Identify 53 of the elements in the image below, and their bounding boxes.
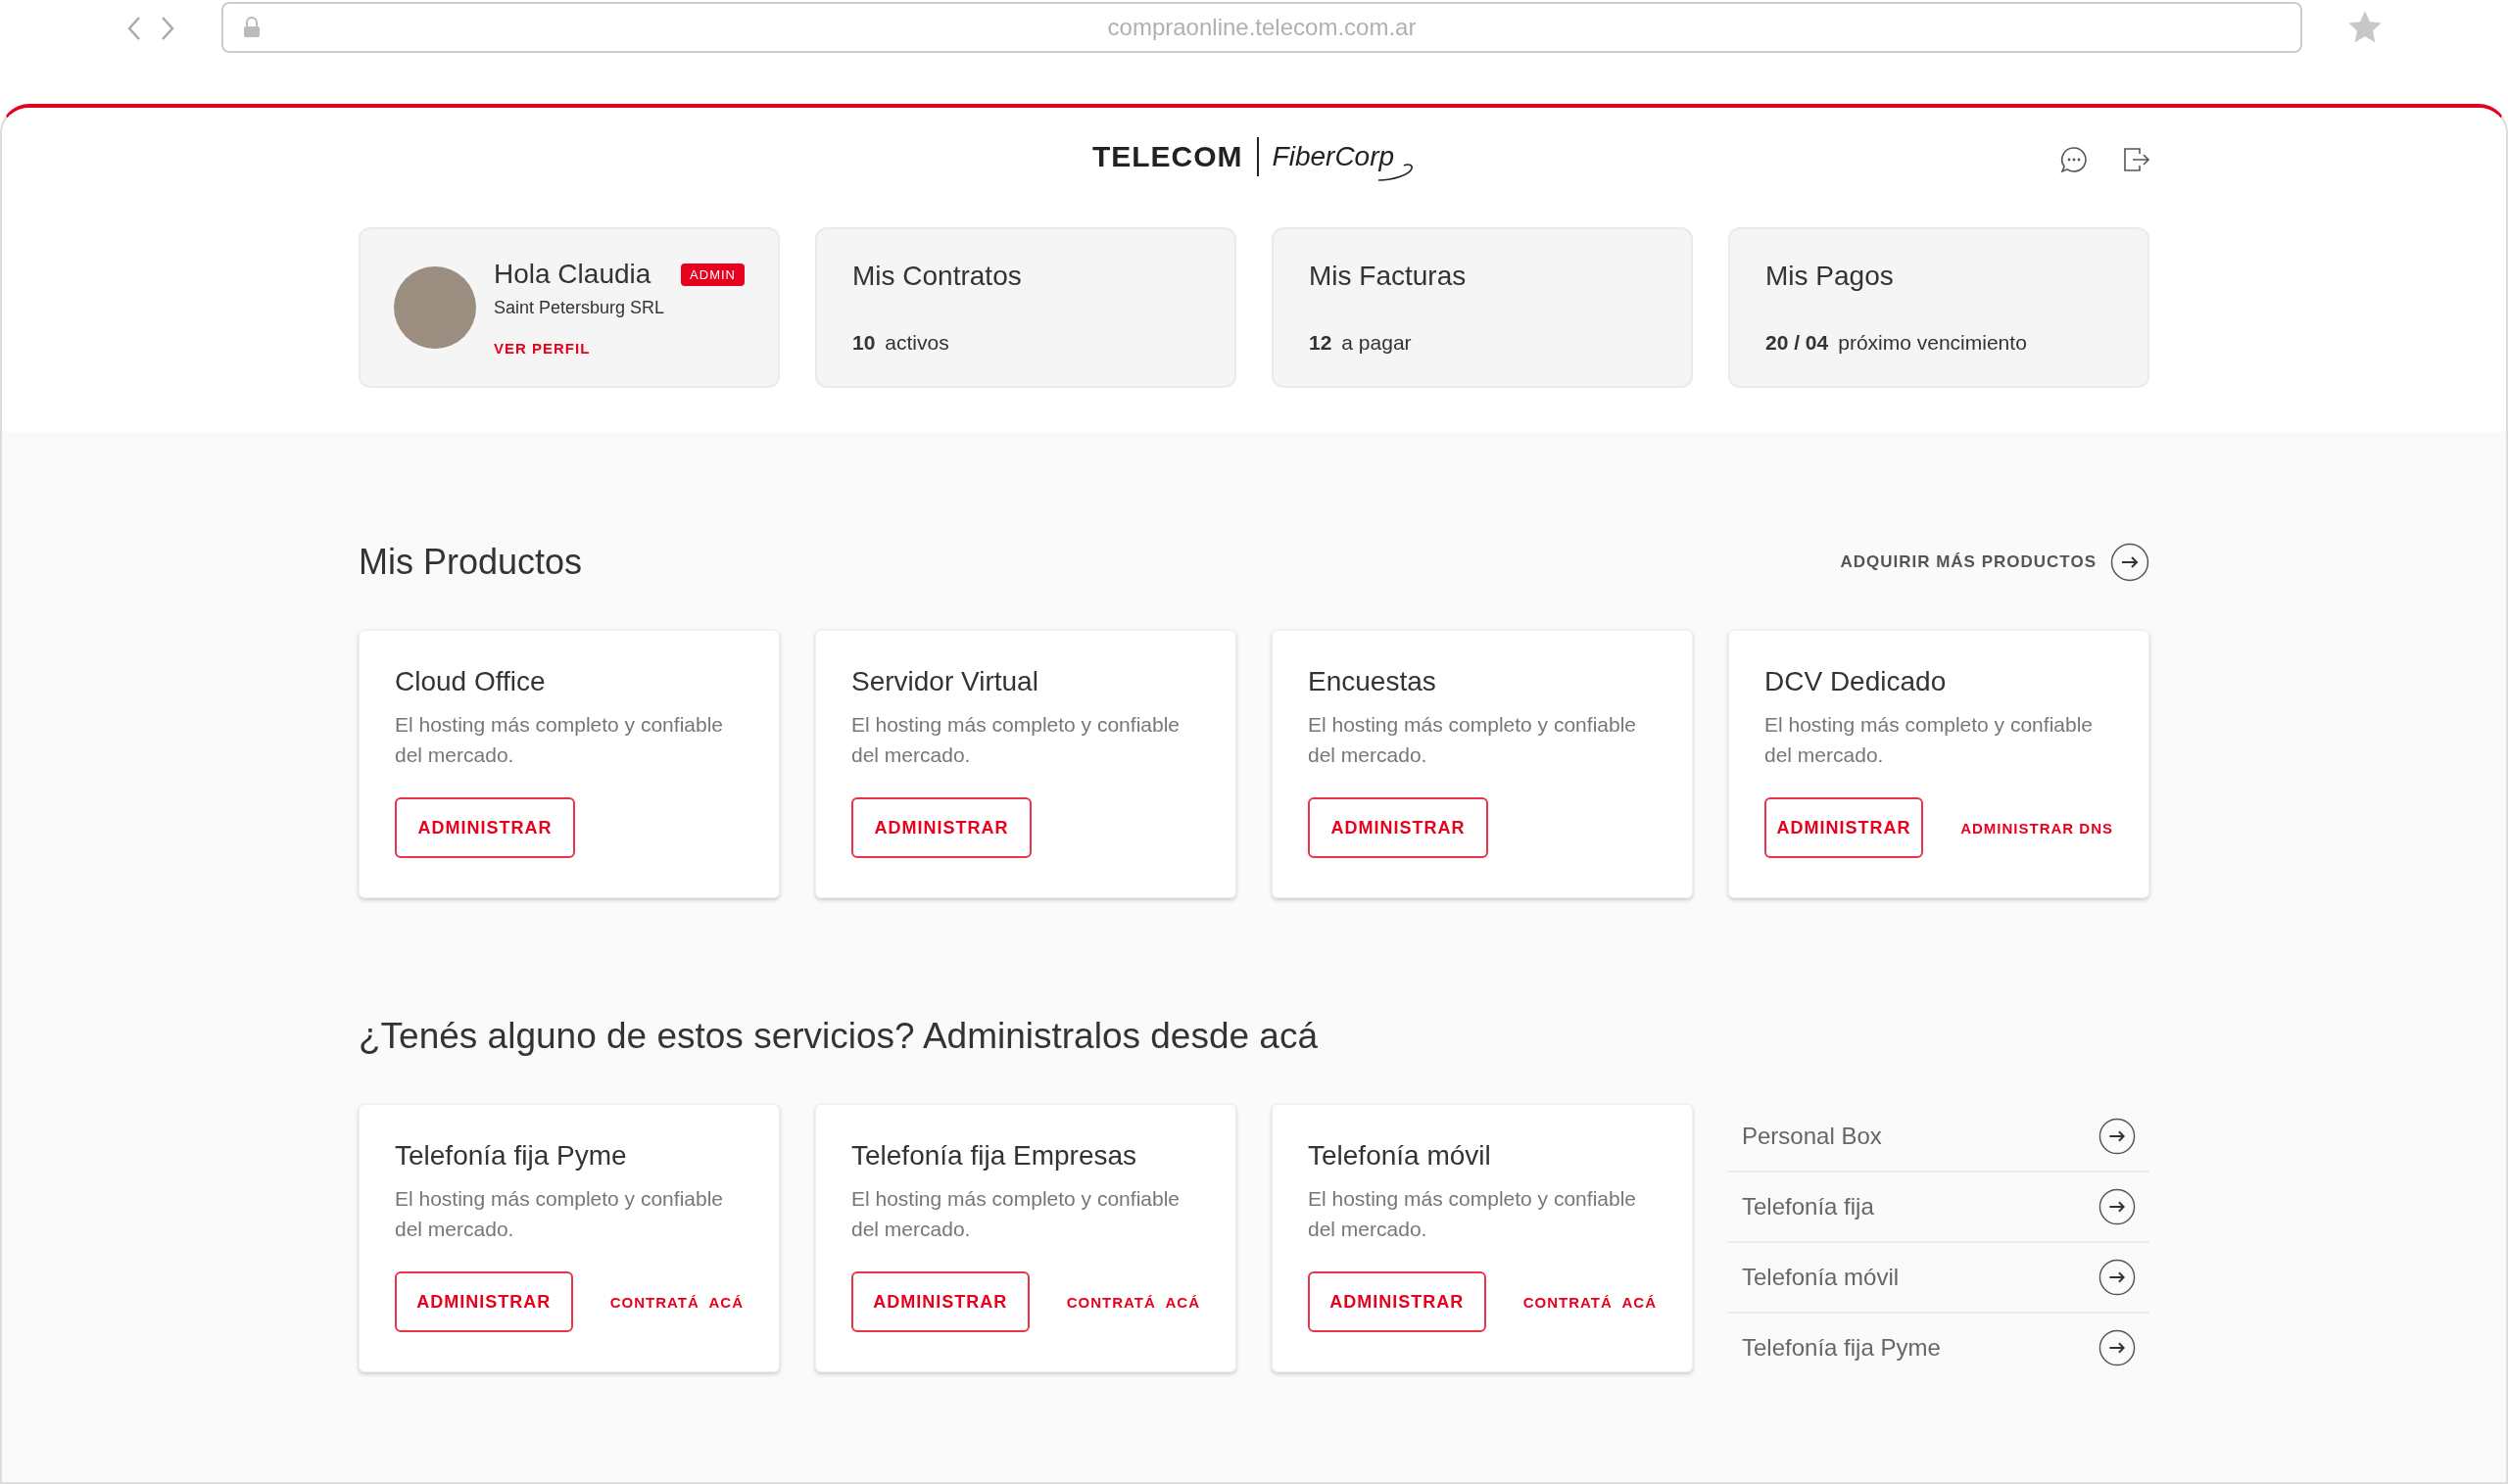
section-title: Mis Productos <box>359 542 583 583</box>
summary-card[interactable]: Mis Facturas 12 a pagar <box>1272 227 1693 388</box>
administrar-button[interactable]: ADMINISTRAR <box>1308 797 1488 858</box>
administrar-button[interactable]: ADMINISTRAR <box>851 1271 1030 1332</box>
service-link[interactable]: Telefonía móvil <box>1728 1243 2149 1314</box>
administrar-button[interactable]: ADMINISTRAR <box>1308 1271 1486 1332</box>
administrar-button[interactable]: ADMINISTRAR <box>395 1271 573 1332</box>
count: 20 / 04 <box>1765 331 1829 355</box>
summary-card[interactable]: Mis Contratos 10 activos <box>815 227 1236 388</box>
count-label: próximo vencimiento <box>1838 331 2027 355</box>
text-link[interactable]: CONTRATÁ ACÁ <box>1066 1293 1200 1311</box>
card-description: El hosting más completo y confiable del mercado. <box>395 712 724 768</box>
url-text: compraonline.telecom.com.ar <box>1107 14 1417 41</box>
count-label: activos <box>885 331 949 355</box>
text-link[interactable]: CONTRATÁ ACÁ <box>609 1293 744 1311</box>
text-link[interactable]: CONTRATÁ ACÁ <box>1522 1293 1657 1311</box>
greeting: Hola Claudia <box>494 259 651 290</box>
card-description: El hosting más completo y confiable del mercado. <box>1308 1186 1637 1242</box>
logo-text: TELECOM <box>1091 140 1243 173</box>
card-title: Servidor Virtual <box>851 666 1039 697</box>
more-products-link[interactable]: ADQUIRIR MÁS PRODUCTOS <box>1840 543 2149 582</box>
company-name: Saint Petersburg SRL <box>494 298 666 318</box>
count-label: a pagar <box>1341 331 1412 355</box>
section-title: ¿Tenés alguno de estos servicios? Administralos desde acá <box>359 1016 1319 1057</box>
card-title: Telefonía móvil <box>1308 1140 1492 1172</box>
administrar-button[interactable]: ADMINISTRAR <box>851 797 1032 858</box>
card-title: Cloud Office <box>395 666 547 697</box>
administrar-button[interactable]: ADMINISTRAR <box>395 797 575 858</box>
service-link[interactable]: Personal Box <box>1728 1102 2149 1173</box>
service-link[interactable]: Telefonía fija Pyme <box>1728 1314 2149 1382</box>
card-title: Mis Pagos <box>1765 261 1895 292</box>
card-title: DCV Dedicado <box>1764 666 1948 697</box>
card-description: El hosting más completo y confiable del mercado. <box>1308 712 1637 768</box>
card-title: Telefonía fija Pyme <box>395 1140 628 1172</box>
logo-text: FiberCorp <box>1272 141 1395 172</box>
count: 10 <box>852 331 876 355</box>
summary-card[interactable]: Mis Pagos 20 / 04 próximo vencimiento <box>1728 227 2149 388</box>
card-description: El hosting más completo y confiable del mercado. <box>1764 712 2094 768</box>
administrar-button[interactable]: ADMINISTRAR <box>1764 797 1924 858</box>
card-description: El hosting más completo y confiable del mercado. <box>851 1186 1181 1242</box>
profile-link[interactable]: VER PERFIL <box>494 340 745 357</box>
service-link[interactable]: Telefonía fija <box>1728 1173 2149 1243</box>
logout-icon[interactable] <box>2122 145 2151 174</box>
admin-badge: ADMIN <box>681 263 745 286</box>
card-description: El hosting más completo y confiable del mercado. <box>395 1186 724 1242</box>
card-description: El hosting más completo y confiable del mercado. <box>851 712 1181 768</box>
card-title: Encuestas <box>1308 666 1437 697</box>
card-title: Telefonía fija Empresas <box>851 1140 1138 1172</box>
count: 12 <box>1309 331 1332 355</box>
card-title: Mis Contratos <box>852 261 1023 292</box>
text-link[interactable]: ADMINISTRAR DNS <box>1960 819 2113 837</box>
card-title: Mis Facturas <box>1309 261 1468 292</box>
chat-icon[interactable] <box>2059 145 2089 174</box>
